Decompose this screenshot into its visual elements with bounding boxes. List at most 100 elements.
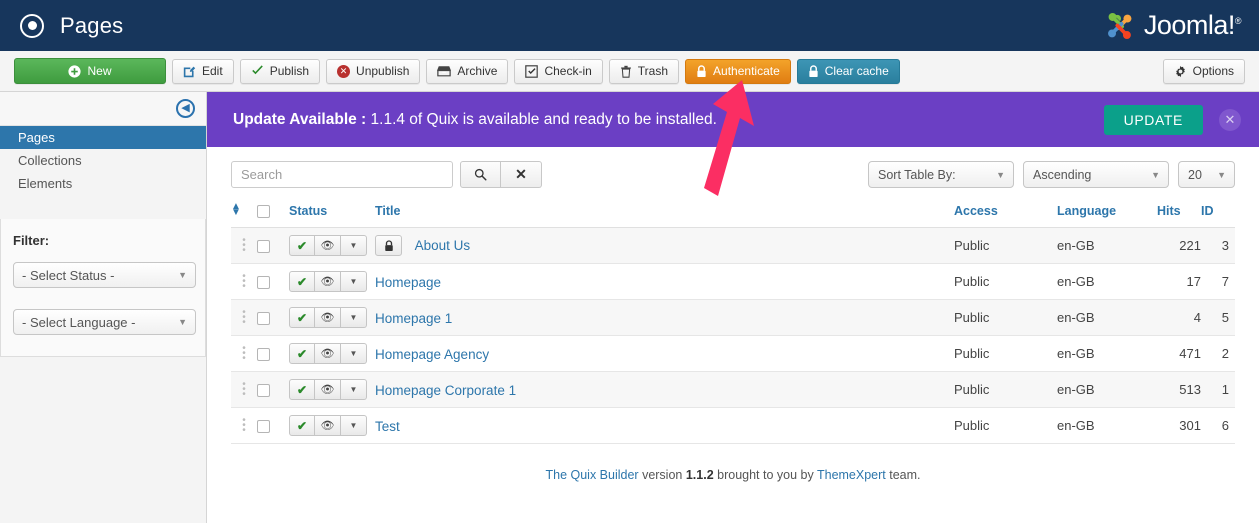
joomla-wordmark: Joomla!® [1144,10,1241,41]
row-checkbox-cell[interactable] [257,336,289,372]
publish-toggle-icon[interactable]: ✔ [289,415,315,436]
lock-icon[interactable] [375,235,402,256]
publish-button-label: Publish [270,64,309,78]
row-title-link[interactable]: About Us [415,238,471,253]
preview-eye-icon[interactable]: 👁 [315,343,341,364]
preview-eye-icon[interactable]: 👁 [315,235,341,256]
list-limit-value: 20 [1188,168,1202,182]
column-select-all[interactable] [257,198,289,228]
row-language: en-GB [1057,300,1157,336]
row-checkbox[interactable] [257,276,270,289]
table-row[interactable]: ••• ✔ 👁 ▼ [231,228,1235,264]
column-status[interactable]: Status [289,198,375,228]
sidebar-item-pages[interactable]: Pages [0,126,206,149]
select-status-dropdown[interactable]: - Select Status - ▼ [13,262,196,288]
trash-button[interactable]: Trash [609,59,679,84]
publish-toggle-icon[interactable]: ✔ [289,271,315,292]
authenticate-button-label: Authenticate [713,64,780,78]
row-hits: 221 [1157,228,1201,264]
authenticate-button[interactable]: Authenticate [685,59,791,84]
options-button[interactable]: Options [1163,59,1245,84]
row-drag-handle[interactable]: ••• [231,336,257,372]
row-drag-handle[interactable]: ••• [231,372,257,408]
sidebar-item-collections[interactable]: Collections [0,149,206,172]
app-header: Pages Joomla!® [0,0,1259,51]
row-title-link[interactable]: Homepage Agency [375,347,489,362]
sort-direction-dropdown[interactable]: Ascending ▼ [1023,161,1169,188]
search-button[interactable] [460,161,501,188]
preview-eye-icon[interactable]: 👁 [315,307,341,328]
sort-controls: Sort Table By: ▼ Ascending ▼ 20 ▼ [859,161,1235,188]
sidebar-item-elements[interactable]: Elements [0,172,206,195]
preview-eye-icon[interactable]: 👁 [315,379,341,400]
row-title-link[interactable]: Homepage Corporate 1 [375,383,516,398]
column-hits[interactable]: Hits [1157,198,1201,228]
edit-button[interactable]: Edit [172,59,234,84]
preview-eye-icon[interactable]: 👁 [315,271,341,292]
status-dropdown-caret-icon[interactable]: ▼ [341,271,367,292]
table-row[interactable]: ••• ✔ 👁 ▼ Homepage Agency Publ [231,336,1235,372]
x-icon: ✕ [515,166,527,183]
status-dropdown-caret-icon[interactable]: ▼ [341,415,367,436]
archive-button[interactable]: Archive [426,59,508,84]
clear-cache-button[interactable]: Clear cache [797,59,900,84]
sidebar-nav: Pages Collections Elements [0,126,206,195]
sort-table-by-dropdown[interactable]: Sort Table By: ▼ [868,161,1014,188]
quix-builder-link[interactable]: The Quix Builder [545,468,638,482]
unpublish-button[interactable]: ✕ Unpublish [326,59,420,84]
close-icon[interactable]: ✕ [1219,109,1241,131]
row-checkbox-cell[interactable] [257,408,289,444]
x-circle-icon: ✕ [337,65,350,78]
themexpert-link[interactable]: ThemeXpert [817,468,886,482]
column-title[interactable]: Title [375,198,954,228]
row-hits: 513 [1157,372,1201,408]
new-button[interactable]: New [14,58,166,84]
row-drag-handle[interactable]: ••• [231,264,257,300]
row-checkbox[interactable] [257,312,270,325]
column-ordering[interactable]: ▲▼ [231,198,257,228]
row-drag-handle[interactable]: ••• [231,300,257,336]
update-button[interactable]: UPDATE [1104,105,1203,135]
row-checkbox[interactable] [257,384,270,397]
table-row[interactable]: ••• ✔ 👁 ▼ Homepage Public [231,264,1235,300]
column-access[interactable]: Access [954,198,1057,228]
status-dropdown-caret-icon[interactable]: ▼ [341,379,367,400]
row-title-link[interactable]: Homepage [375,275,441,290]
row-checkbox-cell[interactable] [257,372,289,408]
status-dropdown-caret-icon[interactable]: ▼ [341,235,367,256]
publish-toggle-icon[interactable]: ✔ [289,307,315,328]
footer-credit: The Quix Builder version 1.1.2 brought t… [231,444,1235,482]
select-all-checkbox[interactable] [257,205,270,218]
row-drag-handle[interactable]: ••• [231,408,257,444]
column-id[interactable]: ID [1201,198,1235,228]
list-limit-dropdown[interactable]: 20 ▼ [1178,161,1235,188]
checkin-button[interactable]: Check-in [514,59,602,84]
drag-dots-icon: ••• [231,419,257,432]
row-checkbox[interactable] [257,420,270,433]
table-row[interactable]: ••• ✔ 👁 ▼ Homepage Corporate 1 [231,372,1235,408]
status-dropdown-caret-icon[interactable]: ▼ [341,343,367,364]
row-checkbox-cell[interactable] [257,300,289,336]
publish-toggle-icon[interactable]: ✔ [289,343,315,364]
publish-button[interactable]: Publish [240,59,320,84]
row-language: en-GB [1057,336,1157,372]
table-row[interactable]: ••• ✔ 👁 ▼ Homepage 1 Public [231,300,1235,336]
row-title-link[interactable]: Test [375,419,400,434]
row-title-link[interactable]: Homepage 1 [375,311,452,326]
circle-left-arrow-icon[interactable]: ◀ [176,99,195,118]
row-checkbox[interactable] [257,348,270,361]
select-language-dropdown[interactable]: - Select Language - ▼ [13,309,196,335]
table-row[interactable]: ••• ✔ 👁 ▼ Test Public [231,408,1235,444]
row-checkbox-cell[interactable] [257,228,289,264]
status-dropdown-caret-icon[interactable]: ▼ [341,307,367,328]
body-wrapper: ◀ Pages Collections Elements Filter: - S… [0,92,1259,523]
publish-toggle-icon[interactable]: ✔ [289,379,315,400]
row-checkbox-cell[interactable] [257,264,289,300]
preview-eye-icon[interactable]: 👁 [315,415,341,436]
publish-toggle-icon[interactable]: ✔ [289,235,315,256]
row-checkbox[interactable] [257,240,270,253]
search-input[interactable] [231,161,453,188]
row-drag-handle[interactable]: ••• [231,228,257,264]
clear-search-button[interactable]: ✕ [501,161,542,188]
column-language[interactable]: Language [1057,198,1157,228]
